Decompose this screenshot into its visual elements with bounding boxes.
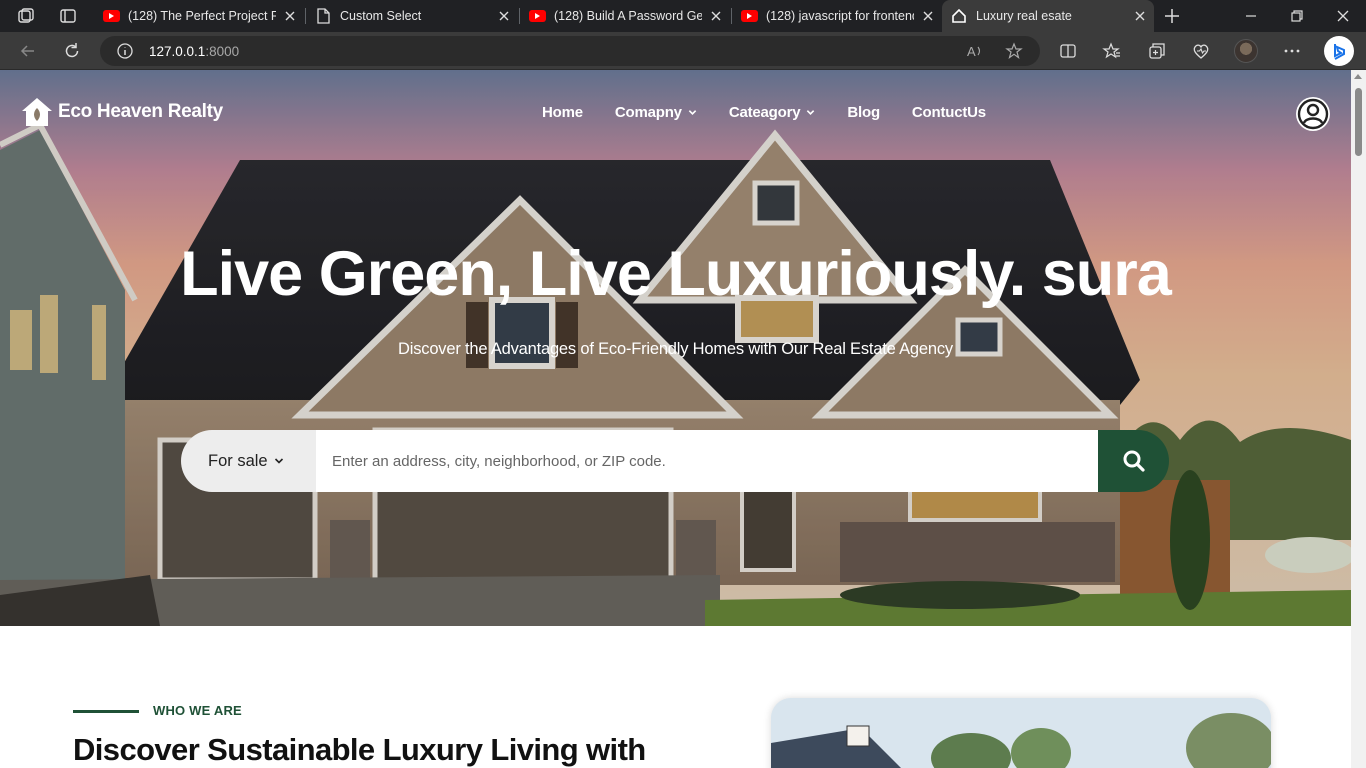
profile-avatar[interactable] (1234, 39, 1258, 63)
eyebrow-divider (73, 710, 139, 713)
site-info-icon[interactable] (116, 42, 134, 60)
scroll-thumb[interactable] (1355, 88, 1362, 156)
hero-subtitle: Discover the Advantages of Eco-Friendly … (398, 340, 953, 358)
search-icon (1123, 450, 1145, 472)
chevron-down-icon (807, 110, 815, 115)
split-screen-icon[interactable] (1058, 41, 1078, 61)
page-scrollbar[interactable] (1351, 70, 1366, 768)
chevron-down-icon (688, 110, 697, 115)
restore-icon[interactable] (1287, 6, 1307, 26)
new-tab-icon[interactable] (1162, 6, 1182, 26)
chevron-down-icon (274, 458, 283, 464)
logo-text: Eco Heaven Realty (58, 101, 223, 122)
close-window-icon[interactable] (1333, 6, 1353, 26)
tab-title: (128) javascript for frontend (766, 9, 914, 23)
youtube-icon (740, 7, 758, 25)
listing-type-select[interactable]: For sale (181, 430, 321, 492)
close-tab-icon[interactable] (282, 8, 298, 24)
tab-actions-icon[interactable] (58, 6, 78, 26)
property-search-bar: For sale (181, 430, 1169, 492)
browser-tab[interactable]: (128) javascript for frontend (732, 0, 942, 32)
section-eyebrow: WHO WE ARE (153, 703, 242, 718)
tab-title: Custom Select (340, 9, 422, 23)
browser-tab[interactable]: (128) The Perfect Project For (94, 0, 304, 32)
nav-home[interactable]: Home (542, 104, 583, 121)
nav-blog[interactable]: Blog (847, 104, 880, 121)
browser-toolbar: 127.0.0.1:8000 A (0, 32, 1366, 70)
page-icon (314, 7, 332, 25)
tab-title: Luxury real esate (976, 9, 1072, 23)
browser-tab[interactable]: Custom Select (306, 0, 518, 32)
close-tab-icon[interactable] (708, 8, 724, 24)
workspaces-icon[interactable] (16, 6, 36, 26)
search-button[interactable] (1098, 430, 1169, 492)
minimize-icon[interactable] (1241, 6, 1261, 26)
read-aloud-icon[interactable]: A (966, 42, 984, 60)
close-tab-icon[interactable] (920, 8, 936, 24)
url-text: 127.0.0.1:8000 (149, 44, 240, 59)
location-search-input[interactable] (316, 430, 1099, 492)
address-bar[interactable]: 127.0.0.1:8000 A (100, 36, 1040, 66)
browser-tab-bar: (128) The Perfect Project For Custom Sel… (0, 0, 1366, 32)
favorite-star-icon[interactable] (1005, 42, 1023, 60)
main-navigation: Home Comapny Cateagory Blog ContuctUs (542, 104, 1018, 121)
refresh-icon[interactable] (62, 41, 82, 61)
home-leaf-icon (22, 98, 52, 126)
favorites-icon[interactable] (1102, 41, 1122, 61)
back-icon[interactable] (18, 41, 38, 61)
browser-tab-active[interactable]: Luxury real esate (942, 0, 1154, 32)
hero-title: Live Green, Live Luxuriously. sura (180, 239, 1172, 309)
youtube-icon (528, 7, 546, 25)
tab-title: (128) Build A Password Gen (554, 9, 702, 23)
close-tab-icon[interactable] (1132, 8, 1148, 24)
browser-essentials-icon[interactable] (1191, 41, 1211, 61)
nav-category[interactable]: Cateagory (729, 104, 816, 121)
user-account-icon[interactable] (1295, 96, 1331, 132)
collections-icon[interactable] (1147, 41, 1167, 61)
web-page: Eco Heaven Realty Home Comapny Cateagory… (0, 70, 1351, 768)
scroll-up-arrow[interactable] (1354, 74, 1362, 79)
nav-contact[interactable]: ContuctUs (912, 104, 986, 121)
site-logo[interactable]: Eco Heaven Realty (20, 97, 223, 127)
youtube-icon (102, 7, 120, 25)
nav-company[interactable]: Comapny (615, 104, 697, 121)
svg-text:A: A (967, 44, 976, 59)
hero-section: Eco Heaven Realty Home Comapny Cateagory… (0, 70, 1351, 626)
about-heading: Discover Sustainable Luxury Living with (73, 732, 646, 767)
close-tab-icon[interactable] (496, 8, 512, 24)
tab-title: (128) The Perfect Project For (128, 9, 276, 23)
more-menu-icon[interactable] (1282, 41, 1302, 61)
browser-tab[interactable]: (128) Build A Password Gen (520, 0, 730, 32)
copilot-icon[interactable] (1324, 36, 1354, 66)
house-icon (950, 7, 968, 25)
about-image (771, 698, 1271, 768)
